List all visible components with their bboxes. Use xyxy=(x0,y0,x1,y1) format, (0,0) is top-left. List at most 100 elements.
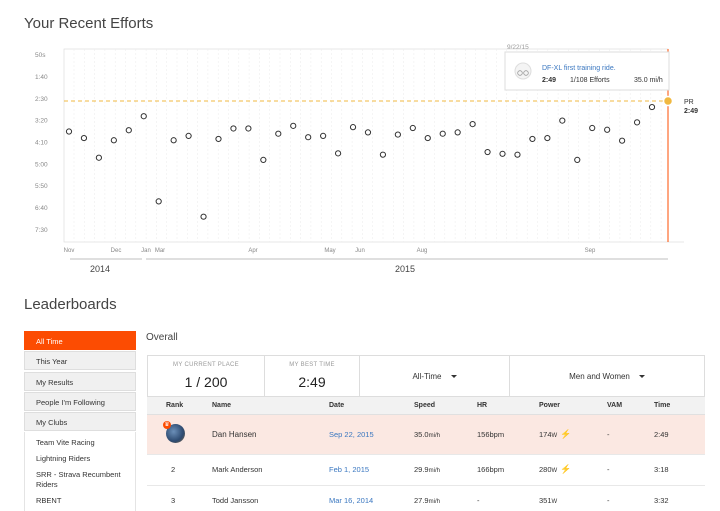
effort-date-link[interactable]: Mar 16, 2014 xyxy=(329,485,414,511)
best-time-box: MY BEST TIME 2:49 xyxy=(265,356,360,396)
club-item[interactable]: Team Vite Racing xyxy=(25,435,135,451)
col-name[interactable]: Name xyxy=(201,397,329,415)
effort-point[interactable] xyxy=(589,124,596,132)
effort-point[interactable] xyxy=(200,213,207,220)
rank-cell: ♛ xyxy=(147,414,201,455)
effort-point[interactable] xyxy=(215,135,222,143)
y-tick-label: 5:50 xyxy=(35,183,48,190)
effort-point[interactable] xyxy=(140,113,147,120)
effort-point[interactable] xyxy=(290,122,297,129)
effort-point[interactable] xyxy=(305,134,312,141)
power-cell: 280W ⚡ xyxy=(539,454,607,486)
effort-point[interactable] xyxy=(559,117,566,124)
year-label-2014: 2014 xyxy=(90,264,110,274)
effort-point[interactable] xyxy=(95,154,102,161)
filter-my-results[interactable]: My Results xyxy=(24,371,136,391)
effort-point[interactable] xyxy=(514,151,521,158)
pr-label: PR xyxy=(684,99,694,106)
effort-point[interactable] xyxy=(469,121,476,128)
effort-point[interactable] xyxy=(574,156,581,164)
effort-point[interactable] xyxy=(349,124,357,131)
effort-date-link[interactable]: Feb 1, 2015 xyxy=(329,454,414,486)
effort-point[interactable] xyxy=(604,126,611,133)
tooltip-activity-link[interactable]: DF-XL first training ride. xyxy=(542,65,616,72)
speed-unit: mi/h xyxy=(428,499,440,505)
club-item[interactable]: RBENT xyxy=(25,493,135,509)
table-row-current-athlete: ♛ Dan Hansen Sep 22, 2015 35.0mi/h 156bp… xyxy=(147,414,705,455)
effort-point[interactable] xyxy=(245,125,252,132)
filter-my-clubs[interactable]: My Clubs xyxy=(24,412,136,432)
effort-point[interactable] xyxy=(379,151,387,158)
effort-point[interactable] xyxy=(65,128,73,135)
speed-value: 29.9 xyxy=(414,465,429,474)
effort-point[interactable] xyxy=(454,129,461,136)
overall-heading: Overall xyxy=(146,332,178,343)
vam-cell: - xyxy=(607,485,654,511)
speed-cell: 35.0mi/h xyxy=(414,414,477,455)
effort-point[interactable] xyxy=(275,130,282,137)
effort-point[interactable] xyxy=(394,131,401,138)
effort-point[interactable] xyxy=(334,150,342,157)
effort-point[interactable] xyxy=(260,156,267,164)
effort-point[interactable] xyxy=(439,130,446,137)
club-item[interactable]: Lightning Riders xyxy=(25,451,135,467)
hr-cell: 166bpm xyxy=(477,454,539,486)
effort-point[interactable] xyxy=(320,132,327,139)
x-tick-label: Nov xyxy=(64,248,75,254)
col-power[interactable]: Power xyxy=(539,397,607,415)
effort-point[interactable] xyxy=(484,148,491,156)
pr-point[interactable] xyxy=(662,95,674,107)
gender-select[interactable]: Men and Women xyxy=(510,356,704,396)
leaderboards-heading: Leaderboards xyxy=(24,296,117,313)
filter-people-following[interactable]: People I'm Following xyxy=(24,391,136,411)
effort-point[interactable] xyxy=(110,137,117,144)
effort-point[interactable] xyxy=(230,125,237,132)
effort-point[interactable] xyxy=(619,137,626,144)
x-tick-label: Jan xyxy=(141,248,151,254)
filter-all-time[interactable]: All Time xyxy=(24,331,136,350)
tooltip-time: 2:49 xyxy=(542,77,556,84)
x-tick-label: Sep xyxy=(585,248,596,254)
bike-icon xyxy=(514,62,532,80)
col-hr[interactable]: HR xyxy=(477,397,539,415)
effort-point[interactable] xyxy=(170,137,177,144)
athlete-name-link[interactable]: Todd Jansson xyxy=(201,485,329,511)
y-tick-label: 1:40 xyxy=(35,74,48,81)
crown-icon: ♛ xyxy=(163,420,171,429)
col-time[interactable]: Time xyxy=(654,397,705,415)
col-speed[interactable]: Speed xyxy=(414,397,477,415)
effort-point[interactable] xyxy=(185,132,192,139)
effort-point[interactable] xyxy=(499,150,506,157)
effort-date-link[interactable]: Sep 22, 2015 xyxy=(329,414,414,455)
vam-cell: - xyxy=(607,414,654,455)
athlete-name-link[interactable]: Mark Anderson xyxy=(201,454,329,486)
athlete-name-link[interactable]: Dan Hansen xyxy=(201,414,329,455)
col-vam[interactable]: VAM xyxy=(607,397,654,415)
leaderboard-filter-sidebar: All Time This Year My Results People I'm… xyxy=(24,331,136,511)
effort-point[interactable] xyxy=(364,129,372,136)
speed-value: 27.9 xyxy=(414,496,429,505)
effort-point[interactable] xyxy=(544,134,551,142)
year-label-2015: 2015 xyxy=(395,264,415,274)
effort-point[interactable] xyxy=(125,127,132,134)
effort-point[interactable] xyxy=(409,124,416,132)
x-tick-label: Mar xyxy=(155,248,165,254)
y-tick-label: 3:20 xyxy=(35,118,48,125)
col-date[interactable]: Date xyxy=(329,397,414,415)
y-tick-label: 6:40 xyxy=(35,205,48,212)
effort-point[interactable] xyxy=(424,134,431,142)
effort-point[interactable] xyxy=(80,134,88,142)
effort-point[interactable] xyxy=(155,198,162,205)
speed-unit: mi/h xyxy=(428,432,440,439)
time-range-select[interactable]: All-Time xyxy=(360,356,510,396)
avatar[interactable]: ♛ xyxy=(163,420,185,443)
effort-point[interactable] xyxy=(648,103,656,111)
x-tick-label: Jun xyxy=(355,248,365,254)
time-cell: 3:32 xyxy=(654,485,705,511)
col-rank[interactable]: Rank xyxy=(147,397,201,415)
time-range-value: All-Time xyxy=(412,371,442,381)
effort-point[interactable] xyxy=(529,135,536,143)
filter-this-year[interactable]: This Year xyxy=(24,351,136,371)
effort-point[interactable] xyxy=(633,119,641,126)
club-item[interactable]: SRR - Strava Recumbent Riders xyxy=(25,467,135,493)
